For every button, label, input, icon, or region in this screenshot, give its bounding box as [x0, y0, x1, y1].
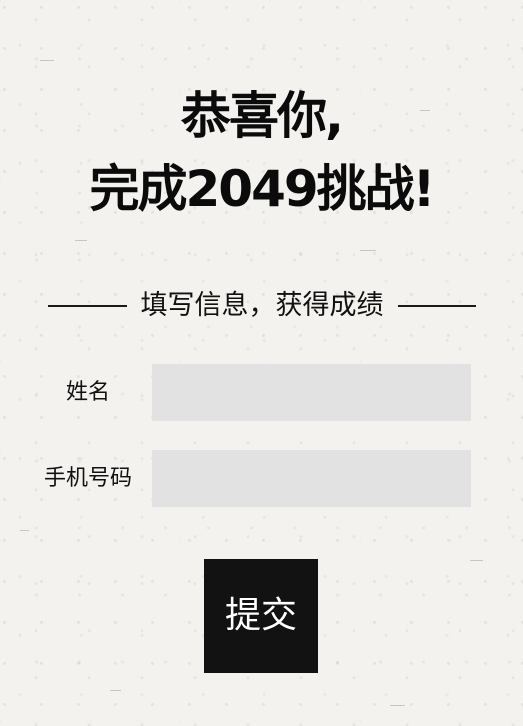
name-input[interactable] [152, 364, 471, 421]
section-title: 填写信息，获得成绩 [140, 290, 384, 321]
paper-texture-speck [20, 530, 29, 531]
submit-button[interactable]: 提交 [204, 559, 318, 673]
challenge-complete-headline: 完成2049挑战! [89, 160, 436, 218]
paper-texture-speck [390, 705, 405, 706]
paper-texture-speck [75, 240, 87, 241]
congrats-headline: 恭喜你, [181, 87, 344, 145]
phone-input[interactable] [152, 450, 471, 507]
name-label: 姓名 [65, 380, 110, 405]
divider-line-left [48, 305, 127, 307]
section-divider: 填写信息，获得成绩 [48, 286, 476, 326]
paper-texture-speck [470, 560, 483, 561]
paper-texture-speck [110, 690, 121, 691]
paper-texture-speck [40, 60, 54, 61]
phone-label: 手机号码 [43, 466, 132, 491]
paper-texture-speck [360, 250, 376, 251]
divider-line-right [397, 305, 476, 307]
